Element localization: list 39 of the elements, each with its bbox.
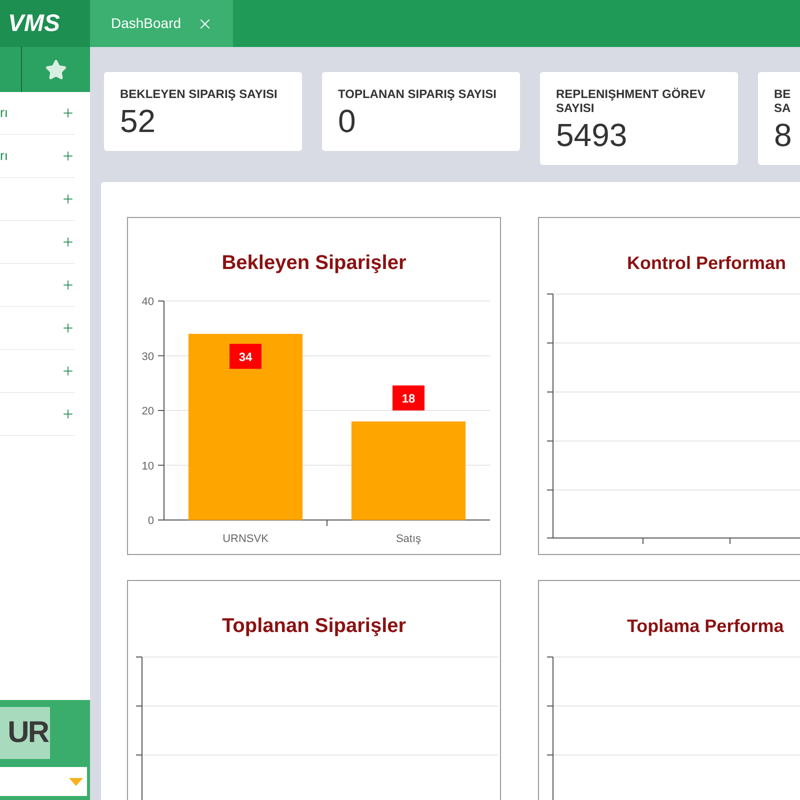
menu-item[interactable]: rı bbox=[0, 135, 75, 178]
stat-value: 5493 bbox=[556, 116, 628, 155]
chart-title: Toplanan Siparişler bbox=[222, 614, 406, 639]
axis-label: 20 bbox=[142, 406, 154, 418]
stat-value: 8 bbox=[774, 116, 793, 155]
tick-mark bbox=[326, 520, 328, 526]
axis-label: Satış bbox=[396, 533, 422, 545]
tab[interactable]: DashBoard bbox=[90, 0, 233, 47]
tick-mark bbox=[158, 300, 164, 302]
tab-label: DashBoard bbox=[111, 14, 182, 33]
star-icon bbox=[45, 58, 67, 80]
menu-item[interactable]: rı bbox=[0, 92, 75, 135]
stat-title: BEKLEYEN SIPARIŞ SAYISI bbox=[120, 87, 278, 101]
menu-item-label: rı bbox=[0, 147, 8, 166]
data-label: 34 bbox=[230, 344, 262, 369]
stat-title: REPLENIŞHMENT GÖREV SAYISI bbox=[556, 87, 706, 115]
chart-title: Bekleyen Siparişler bbox=[222, 251, 406, 276]
data-label: 34 bbox=[238, 350, 252, 364]
tick-mark bbox=[158, 410, 164, 411]
stat-value: 0 bbox=[338, 102, 357, 141]
axis-label: 40 bbox=[142, 296, 154, 308]
stat-title: BE SA bbox=[774, 87, 791, 115]
axis-label: 10 bbox=[142, 460, 154, 472]
brand-logo: UR bbox=[0, 707, 50, 759]
stat-value: 52 bbox=[120, 102, 157, 141]
chart-title: Kontrol Performan bbox=[627, 252, 786, 275]
caret-icon bbox=[69, 778, 83, 786]
tick-mark bbox=[158, 355, 164, 356]
axis-label: URNSVK bbox=[222, 533, 268, 545]
data-label: 18 bbox=[402, 391, 416, 406]
app-logo: VMS bbox=[0, 0, 90, 47]
menu-item-label: rı bbox=[0, 104, 8, 122]
axis-label: 30 bbox=[142, 350, 154, 363]
stat-title: TOPLANAN SIPARIŞ SAYISI bbox=[338, 87, 498, 101]
axis-label: 0 bbox=[148, 515, 154, 527]
tick-mark bbox=[158, 464, 164, 466]
data-label: 18 bbox=[392, 385, 424, 410]
select-field[interactable] bbox=[0, 767, 87, 796]
chart-title: Toplama Performa bbox=[627, 615, 784, 638]
